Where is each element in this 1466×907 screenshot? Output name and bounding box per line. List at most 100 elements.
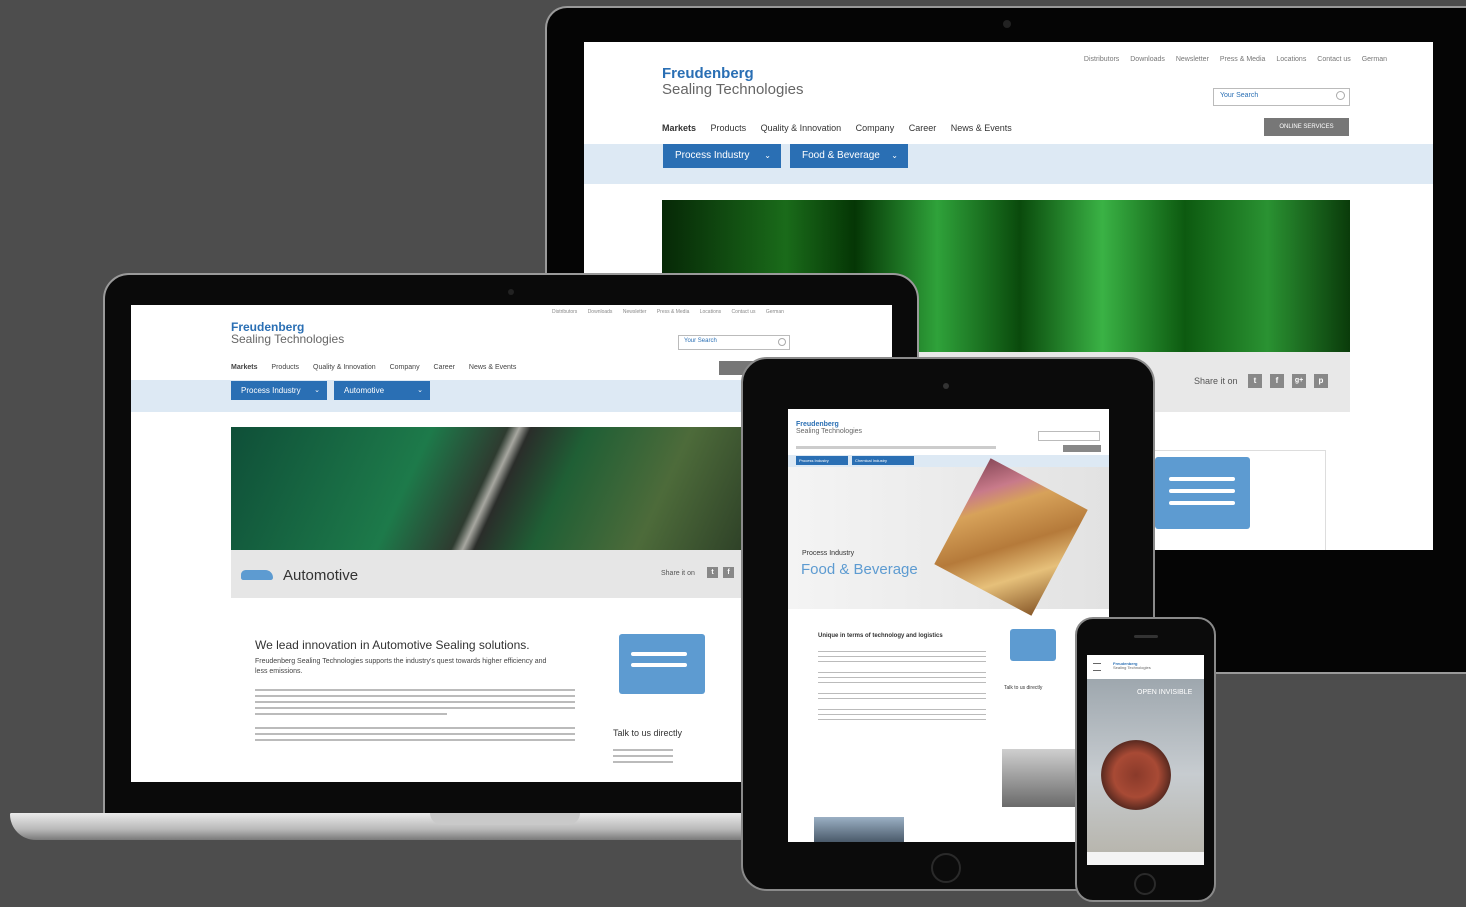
chevron-down-icon: ⌄: [314, 387, 320, 394]
search-placeholder: Your Search: [1220, 92, 1259, 99]
search-icon[interactable]: [778, 338, 786, 346]
headline: We lead innovation in Automotive Sealing…: [255, 638, 530, 652]
button-label: Food & Beverage: [802, 150, 880, 161]
nav-language[interactable]: German: [1362, 56, 1387, 63]
facebook-icon[interactable]: f: [1270, 374, 1284, 388]
home-button[interactable]: [931, 853, 961, 883]
process-industry-button[interactable]: Process Industry: [796, 456, 848, 465]
tablet-camera-icon: [943, 383, 949, 389]
phone-footer: [1087, 852, 1204, 865]
nav-downloads[interactable]: Downloads: [1130, 56, 1165, 63]
section-body: [818, 647, 986, 724]
menu-icon[interactable]: [1093, 663, 1101, 671]
nav-downloads[interactable]: Downloads: [588, 309, 613, 315]
speech-bubble-icon: [1155, 457, 1250, 529]
googleplus-icon[interactable]: g+: [1292, 374, 1306, 388]
excavator-wheel-image: [1101, 740, 1171, 810]
main-nav: Markets Products Quality & Innovation Co…: [662, 123, 1024, 133]
search-input[interactable]: Your Search: [1213, 88, 1350, 106]
button-label: Process Industry: [241, 386, 301, 395]
bottom-image: [814, 817, 904, 842]
online-services-button[interactable]: [1063, 445, 1101, 452]
nav-news[interactable]: News & Events: [469, 364, 516, 371]
chemical-industry-button[interactable]: Chemical Industry: [852, 456, 914, 465]
logo-sealing: Sealing Technologies: [796, 428, 863, 435]
chevron-down-icon: ⌄: [891, 151, 898, 160]
webcam-icon: [508, 289, 514, 295]
nav-markets[interactable]: Markets: [662, 123, 696, 133]
contact-address: [613, 745, 673, 767]
facebook-icon[interactable]: f: [723, 567, 734, 578]
process-industry-button[interactable]: Process Industry ⌄: [663, 144, 781, 168]
pinterest-icon[interactable]: p: [1314, 374, 1328, 388]
search-input[interactable]: [1038, 431, 1100, 441]
earpiece: [1134, 635, 1158, 638]
food-beverage-button[interactable]: Food & Beverage ⌄: [790, 144, 908, 168]
search-input[interactable]: Your Search: [678, 335, 790, 350]
nav-contact[interactable]: Contact us: [732, 309, 756, 315]
nav-press[interactable]: Press & Media: [1220, 56, 1266, 63]
tablet-screen: Freudenberg Sealing Technologies Process…: [788, 409, 1109, 842]
automotive-button[interactable]: Automotive ⌄: [334, 381, 430, 400]
search-placeholder: Your Search: [684, 338, 717, 344]
nav-locations[interactable]: Locations: [1276, 56, 1306, 63]
share-label: Share it on: [1194, 376, 1238, 386]
automotive-title: Automotive: [283, 567, 359, 584]
hero-image-bridge: [231, 427, 751, 550]
phone-screen: Freudenberg Sealing Technologies OPEN IN…: [1087, 655, 1204, 865]
logo-freudenberg[interactable]: Freudenberg: [796, 421, 862, 428]
contact-cta[interactable]: Talk to us directly: [1004, 685, 1042, 691]
nav-news[interactable]: News & Events: [951, 123, 1012, 133]
nav-newsletter[interactable]: Newsletter: [1176, 56, 1209, 63]
nav-language[interactable]: German: [766, 309, 784, 315]
nav-quality[interactable]: Quality & Innovation: [761, 123, 842, 133]
contact-box: [1144, 450, 1326, 550]
webcam-icon: [1003, 20, 1011, 28]
twitter-icon[interactable]: t: [1248, 374, 1262, 388]
nav-press[interactable]: Press & Media: [657, 309, 690, 315]
speech-bubble-icon: [1010, 629, 1056, 661]
nav-products[interactable]: Products: [271, 364, 299, 371]
nav-career[interactable]: Career: [909, 123, 937, 133]
nav-locations[interactable]: Locations: [700, 309, 721, 315]
online-services-button[interactable]: ONLINE SERVICES: [1264, 118, 1349, 136]
chevron-down-icon: ⌄: [764, 151, 771, 160]
hero-title: Food & Beverage: [801, 561, 918, 578]
nav-distributors[interactable]: Distributors: [1084, 56, 1119, 63]
nav-distributors[interactable]: Distributors: [552, 309, 577, 315]
laptop-notch: [430, 813, 580, 825]
logo-sealing: Sealing Technologies: [662, 81, 804, 98]
top-nav: Distributors Downloads Newsletter Press …: [543, 309, 784, 315]
button-label: Automotive: [344, 386, 385, 395]
nav-company[interactable]: Company: [856, 123, 895, 133]
nav-career[interactable]: Career: [434, 364, 455, 371]
main-nav: [796, 446, 996, 449]
top-nav: Distributors Downloads Newsletter Press …: [1075, 56, 1387, 63]
twitter-icon[interactable]: t: [707, 567, 718, 578]
logo-sealing: Sealing Technologies: [1113, 665, 1151, 670]
home-button[interactable]: [1134, 873, 1156, 895]
nav-contact[interactable]: Contact us: [1317, 56, 1350, 63]
nav-markets[interactable]: Markets: [231, 364, 257, 371]
car-icon: [241, 570, 273, 580]
nav-quality[interactable]: Quality & Innovation: [313, 364, 376, 371]
hero-kicker: Process Industry: [802, 550, 855, 557]
phone-hero-text: OPEN INVISIBLE: [1137, 689, 1193, 696]
nav-newsletter[interactable]: Newsletter: [623, 309, 647, 315]
logo-sealing: Sealing Technologies: [231, 332, 345, 346]
logo-freudenberg[interactable]: Freudenberg: [662, 66, 804, 81]
main-nav: Markets Products Quality & Innovation Co…: [231, 364, 528, 371]
contact-cta[interactable]: Talk to us directly: [613, 728, 682, 738]
chevron-down-icon: ⌄: [417, 387, 423, 394]
body-text: [255, 685, 575, 745]
share-label: Share it on: [661, 570, 695, 577]
button-label: Process Industry: [799, 458, 829, 463]
section-title: Unique in terms of technology and logist…: [818, 633, 943, 639]
button-label: Process Industry: [675, 150, 750, 161]
search-icon[interactable]: [1336, 91, 1345, 100]
nav-products[interactable]: Products: [711, 123, 747, 133]
nav-company[interactable]: Company: [390, 364, 420, 371]
button-label: Chemical Industry: [855, 458, 888, 463]
process-industry-button[interactable]: Process Industry ⌄: [231, 381, 327, 400]
mockup-canvas: { "brand": {"name": "Freudenberg", "sub"…: [0, 0, 1466, 907]
